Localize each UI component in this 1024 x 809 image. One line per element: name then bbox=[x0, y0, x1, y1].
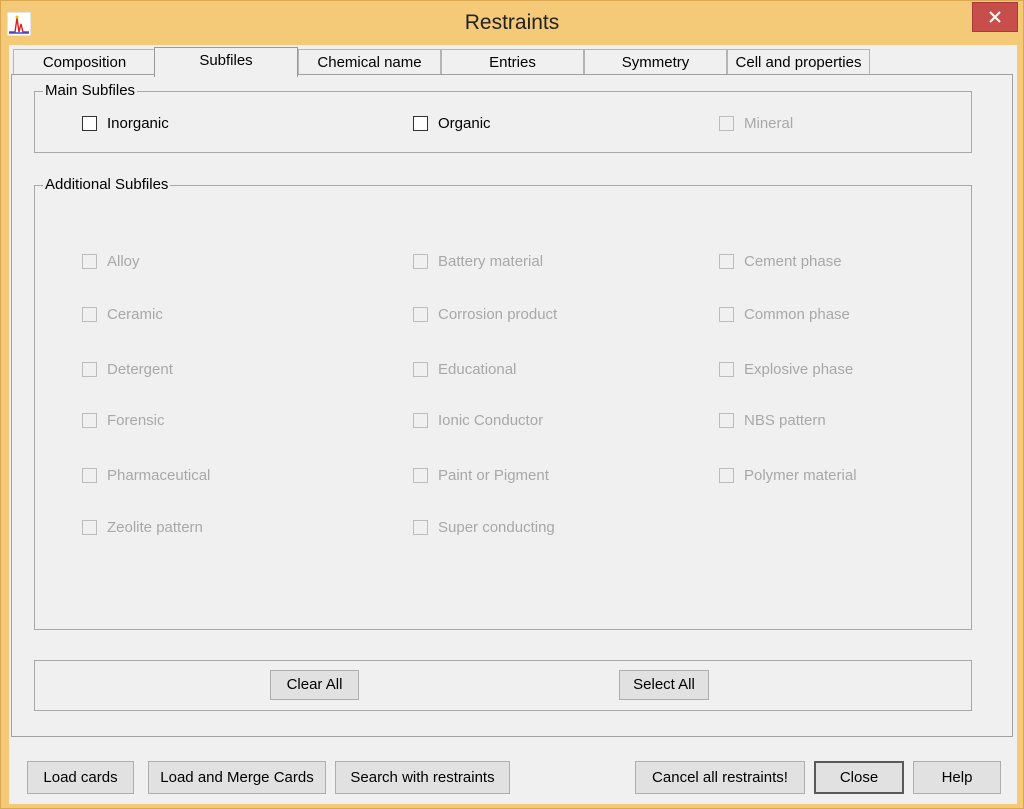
checkbox-box[interactable] bbox=[413, 115, 428, 131]
checkbox-label: Alloy bbox=[107, 252, 140, 270]
checkbox-organic[interactable]: Organic bbox=[413, 113, 491, 133]
checkbox-detergent: Detergent bbox=[82, 359, 173, 379]
checkbox-battery-material: Battery material bbox=[413, 251, 543, 271]
checkbox-label: Organic bbox=[438, 114, 491, 132]
subfiles-tab-panel: Main Subfiles Inorganic Organic Mineral … bbox=[11, 74, 1013, 737]
checkbox-box bbox=[82, 253, 97, 269]
dialog-client-area: Composition Subfiles Chemical name Entri… bbox=[9, 45, 1017, 804]
checkbox-ionic-conductor: Ionic Conductor bbox=[413, 410, 543, 430]
checkbox-label: Ionic Conductor bbox=[438, 411, 544, 429]
checkbox-box bbox=[719, 115, 734, 131]
checkbox-box bbox=[82, 361, 97, 377]
checkbox-box bbox=[413, 306, 428, 322]
checkbox-label: Super conducting bbox=[438, 518, 555, 536]
checkbox-common-phase: Common phase bbox=[719, 304, 850, 324]
checkbox-explosive-phase: Explosive phase bbox=[719, 359, 853, 379]
checkbox-box bbox=[82, 519, 97, 535]
checkbox-zeolite-pattern: Zeolite pattern bbox=[82, 517, 203, 537]
checkbox-mineral: Mineral bbox=[719, 113, 793, 133]
checkbox-label: Detergent bbox=[107, 360, 173, 378]
checkbox-super-conducting: Super conducting bbox=[413, 517, 555, 537]
checkbox-label: Inorganic bbox=[107, 114, 169, 132]
clear-all-button[interactable]: Clear All bbox=[270, 670, 359, 700]
checkbox-box bbox=[413, 412, 428, 428]
checkbox-box bbox=[413, 467, 428, 483]
checkbox-box bbox=[719, 467, 734, 483]
checkbox-label: Common phase bbox=[744, 305, 850, 323]
additional-subfiles-group: Additional Subfiles Alloy Battery materi… bbox=[34, 176, 972, 630]
main-subfiles-group: Main Subfiles Inorganic Organic Mineral bbox=[34, 82, 972, 153]
tab-composition[interactable]: Composition bbox=[13, 49, 156, 75]
checkbox-pharmaceutical: Pharmaceutical bbox=[82, 465, 210, 485]
additional-subfiles-label: Additional Subfiles bbox=[43, 176, 171, 193]
checkbox-label: Paint or Pigment bbox=[438, 466, 549, 484]
load-cards-button[interactable]: Load cards bbox=[27, 761, 134, 794]
close-button[interactable]: Close bbox=[814, 761, 904, 794]
selection-buttons-group: Clear All Select All bbox=[34, 660, 972, 711]
checkbox-forensic: Forensic bbox=[82, 410, 165, 430]
checkbox-box bbox=[413, 519, 428, 535]
window-close-button[interactable] bbox=[972, 2, 1018, 32]
window-title: Restraints bbox=[464, 11, 560, 34]
checkbox-box bbox=[719, 253, 734, 269]
cancel-all-restraints-button[interactable]: Cancel all restraints! bbox=[635, 761, 805, 794]
checkbox-label: Corrosion product bbox=[438, 305, 558, 323]
checkbox-label: Polymer material bbox=[744, 466, 857, 484]
checkbox-alloy: Alloy bbox=[82, 251, 140, 271]
checkbox-label: Forensic bbox=[107, 411, 165, 429]
checkbox-label: Battery material bbox=[438, 252, 544, 270]
checkbox-label: Ceramic bbox=[107, 305, 163, 323]
search-with-restraints-button[interactable]: Search with restraints bbox=[335, 761, 510, 794]
checkbox-box bbox=[82, 412, 97, 428]
checkbox-educational: Educational bbox=[413, 359, 516, 379]
tab-subfiles[interactable]: Subfiles bbox=[154, 47, 298, 77]
main-subfiles-label: Main Subfiles bbox=[43, 82, 138, 99]
checkbox-label: Cement phase bbox=[744, 252, 842, 270]
tab-symmetry[interactable]: Symmetry bbox=[584, 49, 727, 75]
checkbox-paint-or-pigment: Paint or Pigment bbox=[413, 465, 549, 485]
checkbox-box[interactable] bbox=[82, 115, 97, 131]
checkbox-box bbox=[413, 361, 428, 377]
checkbox-box bbox=[719, 412, 734, 428]
restraints-window: Restraints Composition Subfiles Chemical… bbox=[0, 0, 1024, 809]
checkbox-box bbox=[413, 253, 428, 269]
checkbox-corrosion-product: Corrosion product bbox=[413, 304, 557, 324]
checkbox-polymer-material: Polymer material bbox=[719, 465, 857, 485]
help-button[interactable]: Help bbox=[913, 761, 1001, 794]
checkbox-box bbox=[82, 467, 97, 483]
checkbox-box bbox=[719, 361, 734, 377]
load-and-merge-cards-button[interactable]: Load and Merge Cards bbox=[148, 761, 326, 794]
checkbox-nbs-pattern: NBS pattern bbox=[719, 410, 826, 430]
checkbox-label: Explosive phase bbox=[744, 360, 854, 378]
close-icon bbox=[989, 11, 1001, 23]
checkbox-cement-phase: Cement phase bbox=[719, 251, 842, 271]
tab-cell-and-properties[interactable]: Cell and properties bbox=[727, 49, 870, 75]
title-bar[interactable]: Restraints bbox=[1, 1, 1023, 45]
tab-entries[interactable]: Entries bbox=[441, 49, 584, 75]
checkbox-box bbox=[719, 306, 734, 322]
checkbox-label: Pharmaceutical bbox=[107, 466, 211, 484]
checkbox-label: Zeolite pattern bbox=[107, 518, 203, 536]
checkbox-inorganic[interactable]: Inorganic bbox=[82, 113, 169, 133]
checkbox-label: Mineral bbox=[744, 114, 794, 132]
select-all-button[interactable]: Select All bbox=[619, 670, 709, 700]
checkbox-label: Educational bbox=[438, 360, 517, 378]
tab-chemical-name[interactable]: Chemical name bbox=[298, 49, 441, 75]
checkbox-label: NBS pattern bbox=[744, 411, 826, 429]
checkbox-ceramic: Ceramic bbox=[82, 304, 163, 324]
checkbox-box bbox=[82, 306, 97, 322]
